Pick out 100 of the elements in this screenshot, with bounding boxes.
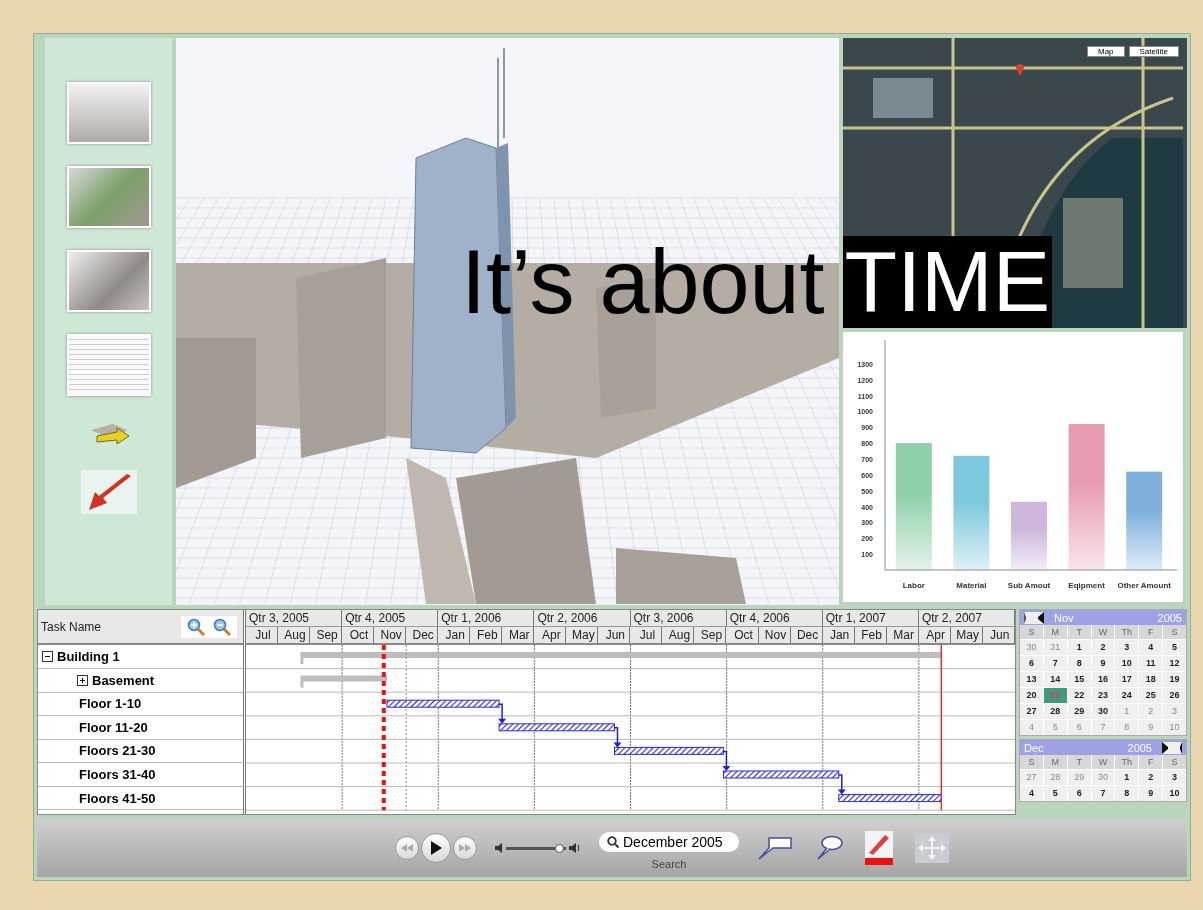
month-header: Oct [342, 627, 375, 644]
map-type-button[interactable]: Satellite [1128, 46, 1179, 57]
pen-icon[interactable] [865, 831, 893, 866]
callout-box-icon[interactable] [757, 835, 793, 862]
volume-slider[interactable] [506, 846, 566, 850]
month-header: Jan [822, 627, 855, 644]
task-name[interactable]: Floors 41-50 [79, 790, 156, 806]
headline-text: It’s about [461, 237, 825, 327]
calendar-day[interactable]: 18 [1139, 672, 1163, 688]
weekday-label: W [1091, 755, 1115, 770]
map-type-button[interactable]: Map [1086, 46, 1125, 57]
quarter-header: Qtr 3, 2006 [630, 610, 727, 627]
calendar-day[interactable]: 13 [1020, 672, 1043, 688]
task-bar[interactable] [614, 747, 724, 756]
month-name: Nov [1054, 611, 1074, 624]
calendar-day[interactable]: 3 [1163, 770, 1186, 786]
task-name[interactable]: Building 1 [57, 649, 120, 665]
calendar-day[interactable]: 8 [1115, 786, 1139, 802]
quarter-header: Qtr 4, 2005 [342, 610, 439, 627]
summary-bar[interactable] [300, 675, 387, 688]
calendar-day[interactable]: 19 [1163, 672, 1186, 688]
calendar-day[interactable]: 5 [1043, 786, 1067, 802]
category-label: Other Amount [1117, 581, 1171, 590]
calendar-day[interactable]: 12 [1163, 656, 1186, 672]
calendar-day[interactable]: 10 [1115, 656, 1139, 672]
weekday-label: S [1020, 625, 1043, 640]
next-month-icon[interactable] [1162, 741, 1182, 754]
month-header: Feb [470, 627, 503, 644]
calendar-day[interactable]: 2 [1091, 640, 1115, 656]
map-pin-icon [1015, 62, 1025, 76]
calendar-day[interactable]: 24 [1115, 688, 1139, 704]
calendar-day[interactable]: 29 [1067, 704, 1091, 720]
calendar-day[interactable]: 2 [1139, 770, 1163, 786]
month-header: Mar [502, 627, 535, 644]
task-bar[interactable] [498, 723, 615, 732]
thumbnail-image[interactable] [66, 166, 151, 228]
calendar-day[interactable]: 30 [1091, 704, 1115, 720]
calendar-day[interactable]: 16 [1091, 672, 1115, 688]
task-name[interactable]: Floors 31-40 [79, 767, 156, 783]
thumbnail-image[interactable] [66, 250, 151, 312]
category-label: Material [956, 581, 987, 590]
calendar-day[interactable]: 7 [1043, 656, 1067, 672]
zoom-out-icon[interactable] [213, 617, 231, 636]
quarter-header: Qtr 1, 2006 [438, 610, 535, 627]
calendar-day[interactable]: 22 [1067, 688, 1091, 704]
calendar-day[interactable]: 26 [1163, 688, 1186, 704]
month-header: Dec [790, 627, 823, 644]
month-header: Apr [918, 627, 951, 644]
year-label: 2005 [1127, 741, 1152, 754]
speech-bubble-icon[interactable] [815, 835, 843, 862]
calendar-day[interactable]: 6 [1020, 656, 1043, 672]
calendar-day[interactable]: 28 [1043, 704, 1067, 720]
search-field[interactable]: December 2005 [599, 832, 739, 853]
task-name[interactable]: Basement [92, 672, 155, 688]
dependency-arrow [837, 774, 846, 795]
month-header: Dec [406, 627, 439, 644]
task-bar[interactable] [386, 700, 500, 708]
play-icon[interactable] [430, 841, 442, 856]
calendar-day[interactable]: 23 [1091, 688, 1115, 704]
previous-month-icon[interactable] [1024, 611, 1044, 624]
calendar-day[interactable]: 7 [1091, 786, 1115, 802]
calendar-day[interactable]: 1 [1067, 640, 1091, 656]
headline-highlight: TIME [842, 236, 1053, 328]
expand-icon[interactable] [77, 674, 88, 686]
calendar-day[interactable]: 6 [1067, 786, 1091, 802]
calendar-day[interactable]: 27 [1020, 704, 1043, 720]
calendar-day[interactable]: 17 [1115, 672, 1139, 688]
task-bar[interactable] [838, 794, 942, 803]
calendar-day[interactable]: 5 [1163, 640, 1186, 656]
month-header: Feb [854, 627, 887, 644]
task-name[interactable]: Floor 11-20 [79, 719, 148, 735]
calendar-day[interactable]: 15 [1067, 672, 1091, 688]
thumbnail-image[interactable] [66, 334, 151, 396]
calendar-day[interactable]: 20 [1020, 688, 1043, 704]
calendar-day[interactable]: 14 [1043, 672, 1067, 688]
calendar-day[interactable]: 4 [1020, 786, 1043, 802]
task-name[interactable]: Floor 1-10 [79, 696, 142, 712]
calendar-day[interactable]: 10 [1163, 786, 1186, 802]
calendar-day[interactable]: 25 [1139, 688, 1163, 704]
thumbnail-image[interactable] [66, 82, 151, 144]
volume-thumb[interactable] [554, 843, 564, 853]
weekday-label: Th [1115, 755, 1139, 770]
calendar-day[interactable]: 9 [1139, 786, 1163, 802]
calendar-day[interactable]: 9 [1091, 656, 1115, 672]
task-bar[interactable] [722, 770, 840, 779]
zoom-in-icon[interactable] [187, 617, 205, 636]
dependency-arrow [722, 750, 731, 772]
calendar-day[interactable]: 8 [1067, 656, 1091, 672]
play-button[interactable] [421, 833, 451, 864]
calendar-day[interactable]: 3 [1115, 640, 1139, 656]
collapse-icon[interactable] [42, 651, 53, 663]
month-header: Jan [438, 627, 471, 644]
weekday-label: S [1163, 625, 1186, 640]
calendar-day[interactable]: 4 [1139, 640, 1163, 656]
quarter-header: Qtr 4, 2006 [726, 610, 823, 627]
task-name[interactable]: Floors 21-30 [79, 743, 156, 759]
month-header: Nov [758, 627, 791, 644]
weekday-label: S [1020, 755, 1043, 770]
calendar-day[interactable]: 11 [1139, 656, 1163, 672]
calendar-day[interactable]: 1 [1115, 770, 1139, 786]
